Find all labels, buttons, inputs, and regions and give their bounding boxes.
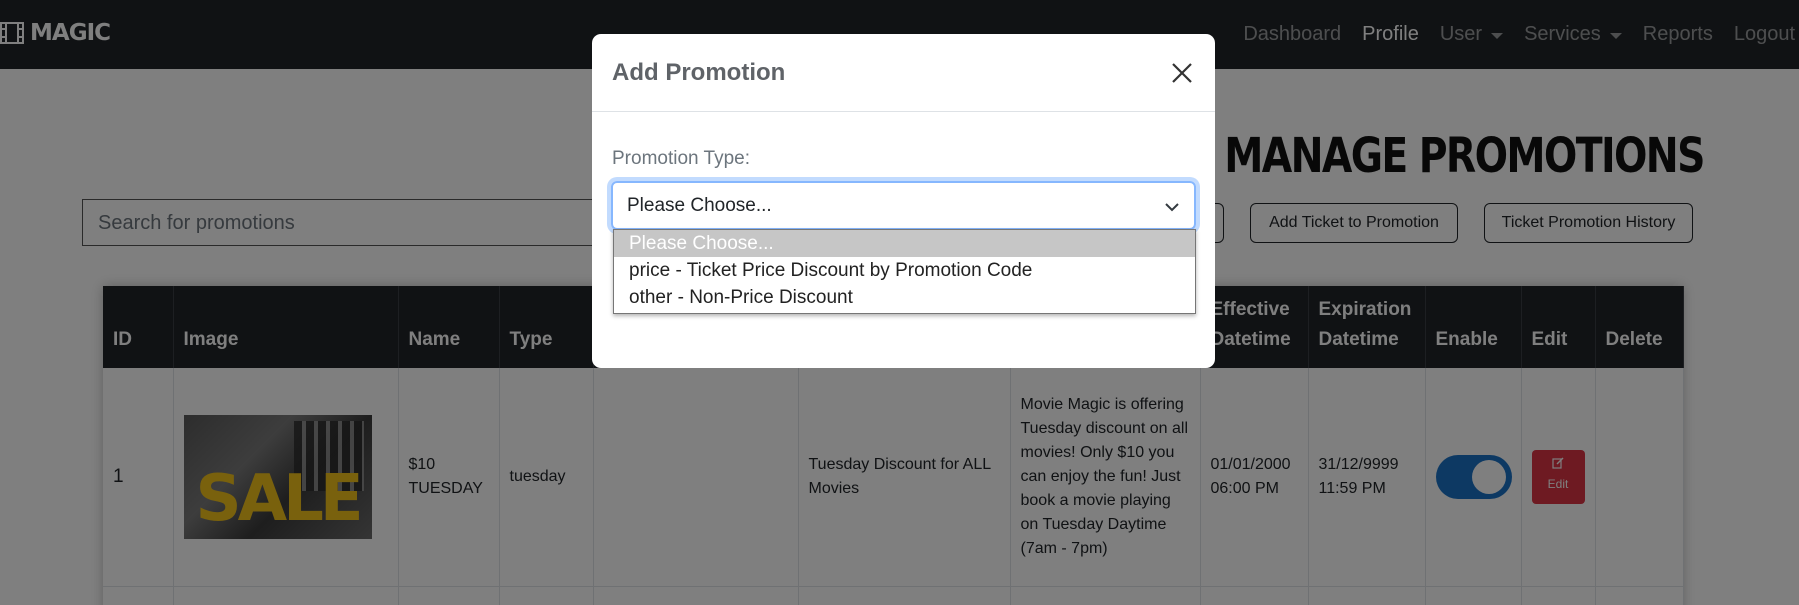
modal-header: Add Promotion (592, 34, 1215, 112)
promotion-type-select[interactable]: Please Choose... (611, 181, 1196, 230)
promotion-type-label: Promotion Type: (612, 148, 751, 169)
promotion-type-options: Please Choose... price - Ticket Price Di… (613, 229, 1196, 314)
add-promotion-modal: Add Promotion Promotion Type: Please Cho… (592, 34, 1215, 368)
option-please-choose[interactable]: Please Choose... (614, 230, 1195, 257)
option-price[interactable]: price - Ticket Price Discount by Promoti… (614, 257, 1195, 284)
close-button[interactable] (1167, 58, 1197, 88)
chevron-down-icon (1165, 203, 1179, 212)
close-icon (1172, 63, 1192, 83)
option-other[interactable]: other - Non-Price Discount (614, 284, 1195, 311)
modal-title: Add Promotion (612, 59, 786, 86)
select-value: Please Choose... (627, 195, 772, 216)
